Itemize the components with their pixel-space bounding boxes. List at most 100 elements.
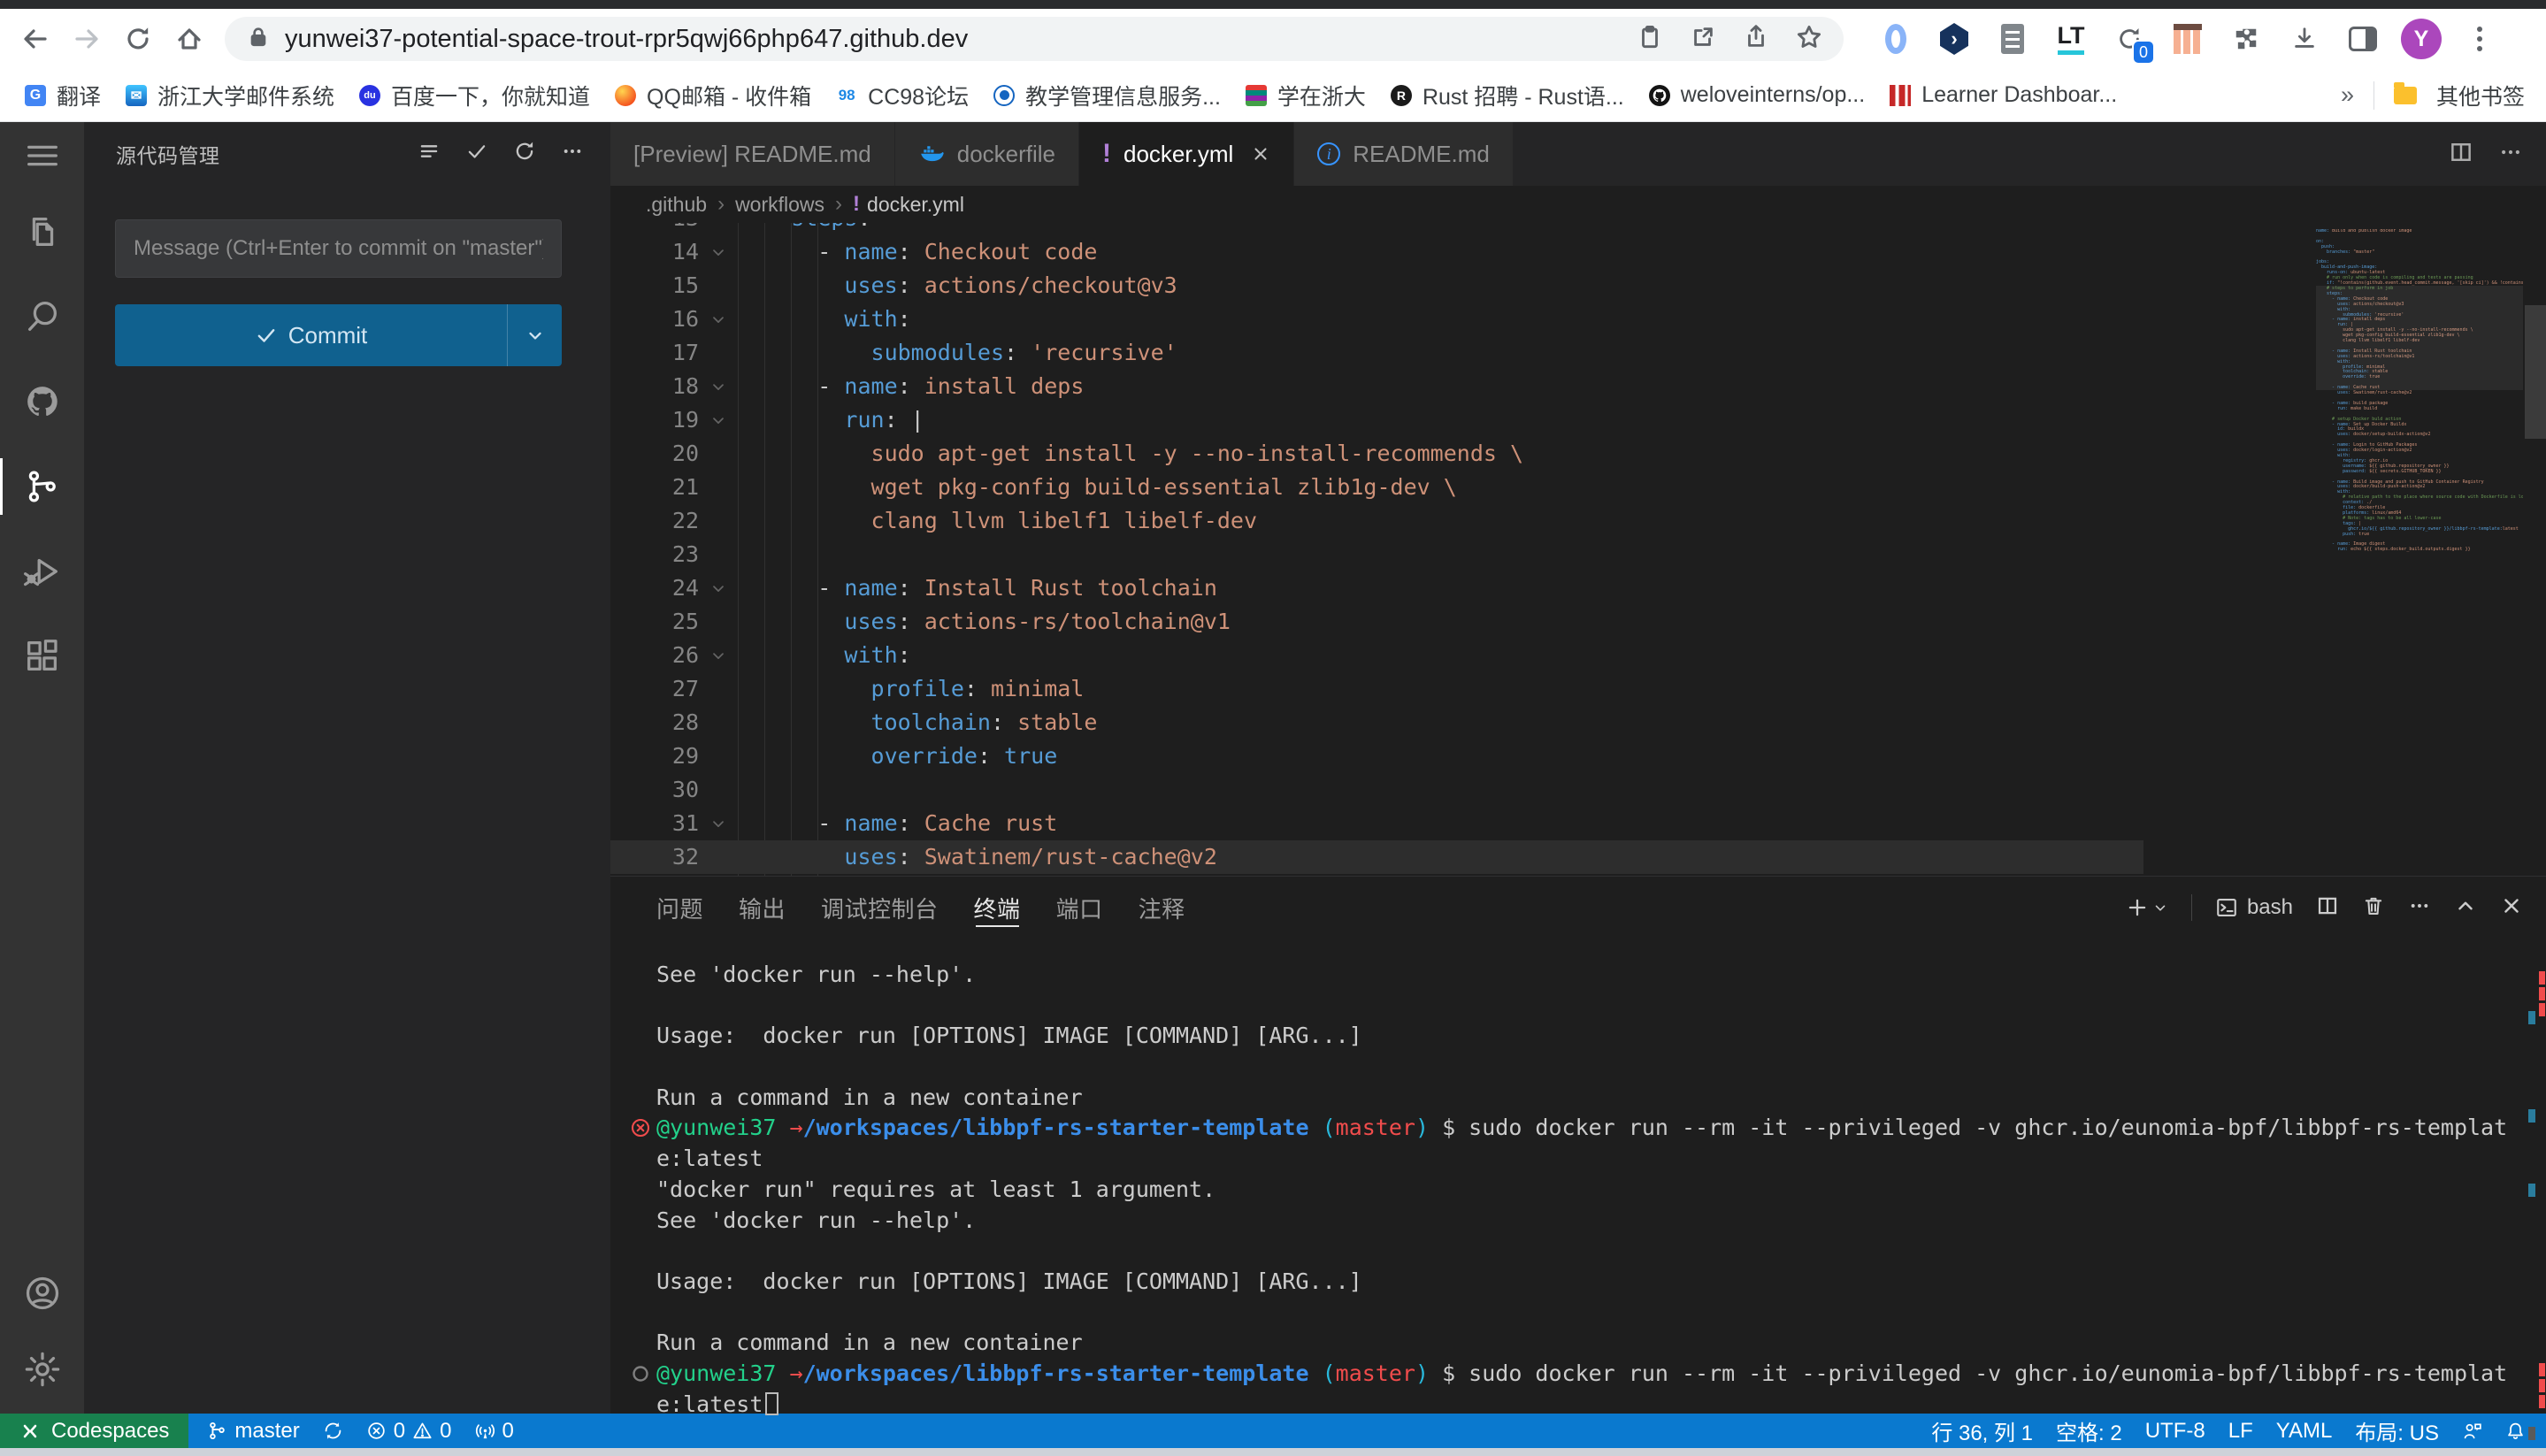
activity-run-debug-icon[interactable] xyxy=(0,529,84,614)
activity-settings-gear-icon[interactable] xyxy=(0,1327,84,1412)
profile-avatar[interactable]: Y xyxy=(2396,13,2447,65)
code-line[interactable]: 28 toolchain: stable xyxy=(610,706,2316,739)
side-panel-icon[interactable] xyxy=(2337,13,2389,65)
activity-explorer-icon[interactable] xyxy=(0,189,84,274)
fold-chevron-icon[interactable] xyxy=(699,571,738,605)
fold-chevron-icon[interactable] xyxy=(699,303,738,336)
commit-button[interactable]: Commit xyxy=(115,304,562,366)
code-line[interactable]: 31 - name: Cache rust xyxy=(610,807,2316,840)
other-bookmarks-label[interactable]: 其他书签 xyxy=(2436,80,2525,111)
code-line[interactable]: 30 xyxy=(610,773,2316,807)
bookmark-star-icon[interactable] xyxy=(1796,24,1822,55)
code-editor[interactable]: 13 steps:14 - name: Checkout code15 uses… xyxy=(610,223,2546,876)
commit-message-input[interactable] xyxy=(115,219,562,278)
code-line[interactable]: 32 uses: Swatinem/rust-cache@v2 xyxy=(610,840,2316,874)
fold-chevron-icon[interactable] xyxy=(699,370,738,403)
url-text[interactable]: yunwei37-potential-space-trout-rpr5qwj66… xyxy=(285,25,1637,54)
bookmark-baidu[interactable]: du百度一下，你就知道 xyxy=(349,75,601,116)
fold-chevron-icon[interactable] xyxy=(699,403,738,437)
code-line[interactable]: 14 - name: Checkout code xyxy=(610,235,2316,269)
problems-indicator[interactable]: 0 0 xyxy=(355,1414,464,1448)
shield-extension-icon[interactable] xyxy=(1929,13,1980,65)
terminal-instance-item[interactable]: bash xyxy=(2215,895,2293,920)
panel-tab[interactable]: 注释 xyxy=(1139,877,1185,939)
code-line[interactable]: 26 with: xyxy=(610,639,2316,672)
refresh-icon[interactable] xyxy=(513,140,536,168)
fold-chevron-icon[interactable] xyxy=(699,235,738,269)
bookmark-zju[interactable]: 教学管理信息服务... xyxy=(983,75,1231,116)
bookmark-cc98[interactable]: 98CC98论坛 xyxy=(825,75,979,116)
site-security-icon[interactable] xyxy=(246,25,271,54)
code-line[interactable]: 20 sudo apt-get install -y --no-install-… xyxy=(610,437,2316,471)
bookmark-zjumail[interactable]: ✉浙江大学邮件系统 xyxy=(115,75,345,116)
status-item[interactable]: YAML xyxy=(2265,1419,2344,1444)
panel-tab[interactable]: 端口 xyxy=(1056,877,1103,939)
branch-indicator[interactable]: master xyxy=(196,1414,311,1448)
bookmark-qqmail[interactable]: QQ邮箱 - 收件箱 xyxy=(604,75,822,116)
commit-dropdown-chevron[interactable] xyxy=(507,304,562,366)
code-line[interactable]: 24 - name: Install Rust toolchain xyxy=(610,571,2316,605)
code-line[interactable]: 25 uses: actions-rs/toolchain@v1 xyxy=(610,605,2316,639)
panel-tab[interactable]: 终端 xyxy=(974,877,1021,939)
code-line[interactable]: 23 xyxy=(610,538,2316,571)
editor-tab[interactable]: dockerfile xyxy=(895,122,1079,186)
bookmark-github[interactable]: weloveinterns/op... xyxy=(1638,78,1875,112)
code-line[interactable]: 17 submodules: 'recursive' xyxy=(610,336,2316,370)
editor-tab[interactable]: README.md xyxy=(1294,122,1514,186)
code-line[interactable]: 29 override: true xyxy=(610,739,2316,773)
breadcrumb-item[interactable]: docker.yml xyxy=(853,193,964,217)
code-line[interactable]: 15 uses: actions/checkout@v3 xyxy=(610,269,2316,303)
panel-tab[interactable]: 调试控制台 xyxy=(821,877,939,939)
terminal[interactable]: See 'docker run --help'.Usage: docker ru… xyxy=(656,960,2516,1420)
more-actions-icon[interactable] xyxy=(561,140,584,168)
code-line[interactable]: 21 wget pkg-config build-essential zlib1… xyxy=(610,471,2316,504)
bookmark-translate[interactable]: G翻译 xyxy=(14,75,111,116)
notes-extension-icon[interactable] xyxy=(1987,13,2038,65)
panel-tab[interactable]: 问题 xyxy=(656,877,703,939)
bookmark-learner[interactable]: Learner Dashboar... xyxy=(1879,78,2128,112)
close-tab-icon[interactable] xyxy=(1251,144,1270,164)
editor-scrollbar[interactable] xyxy=(2525,305,2546,439)
bookmark-rust[interactable]: RRust 招聘 - Rust语... xyxy=(1380,75,1635,116)
reload-button[interactable] xyxy=(115,16,161,62)
open-in-window-icon[interactable] xyxy=(1690,24,1716,55)
browser-menu-icon[interactable] xyxy=(2454,13,2505,65)
circle-extension-icon[interactable] xyxy=(1870,13,1921,65)
activity-extensions-icon[interactable] xyxy=(0,614,84,699)
code-line[interactable]: 22 clang llvm libelf1 libelf-dev xyxy=(610,504,2316,538)
address-bar[interactable]: yunwei37-potential-space-trout-rpr5qwj66… xyxy=(225,17,1844,61)
activity-menu-icon[interactable] xyxy=(0,122,84,189)
fold-chevron-icon[interactable] xyxy=(699,639,738,672)
activity-github-icon[interactable] xyxy=(0,359,84,444)
command-decoration-error[interactable] xyxy=(630,1116,651,1138)
bookmarks-overflow-chevron[interactable]: » xyxy=(2341,81,2354,109)
split-terminal-icon[interactable] xyxy=(2316,894,2339,922)
panel-more-actions-icon[interactable] xyxy=(2408,894,2431,922)
editor-tab[interactable]: [Preview] README.md xyxy=(610,122,895,186)
feedback-button[interactable] xyxy=(2450,1421,2494,1441)
editor-tab[interactable]: docker.yml xyxy=(1079,122,1294,186)
close-panel-icon[interactable] xyxy=(2500,894,2523,922)
highlighter-extension-icon[interactable] xyxy=(2162,13,2213,65)
clipboard-icon[interactable] xyxy=(1637,24,1663,55)
minimap-viewport[interactable] xyxy=(2316,286,2523,390)
split-editor-icon[interactable] xyxy=(2449,140,2473,169)
code-line[interactable]: 16 with: xyxy=(610,303,2316,336)
back-button[interactable] xyxy=(12,16,58,62)
breadcrumb-item[interactable]: workflows xyxy=(735,193,824,217)
code-line[interactable]: 27 profile: minimal xyxy=(610,672,2316,706)
activity-account-icon[interactable] xyxy=(0,1260,84,1327)
code-line[interactable]: 13 steps: xyxy=(610,223,2316,235)
home-button[interactable] xyxy=(166,16,212,62)
activity-source-control-icon[interactable] xyxy=(0,444,84,529)
editor-more-actions-icon[interactable] xyxy=(2498,140,2523,169)
bookmark-xzzd[interactable]: 学在浙大 xyxy=(1235,75,1377,116)
code-line[interactable]: 18 - name: install deps xyxy=(610,370,2316,403)
downloads-icon[interactable] xyxy=(2279,13,2330,65)
share-icon[interactable] xyxy=(1743,24,1769,55)
status-item[interactable]: LF xyxy=(2217,1419,2265,1444)
remote-indicator[interactable]: Codespaces xyxy=(0,1414,188,1448)
forward-button[interactable] xyxy=(64,16,110,62)
sync-button[interactable] xyxy=(311,1414,355,1448)
tab-counter-icon[interactable]: 0 xyxy=(2104,13,2155,65)
